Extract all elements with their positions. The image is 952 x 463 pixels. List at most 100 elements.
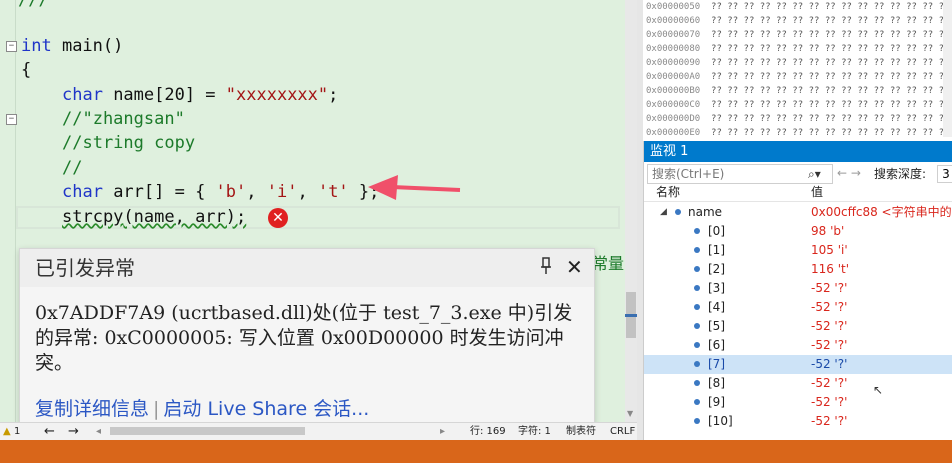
- watch-window: 监视 1 搜索(Ctrl+E) ⌕▾ ← → 搜索深度: 3 名称 值 ◢ na…: [643, 141, 952, 440]
- watch-row[interactable]: [5] -52 '?': [644, 317, 952, 336]
- mouse-cursor-icon: ↖: [873, 383, 884, 397]
- variable-icon: [694, 418, 700, 424]
- memory-address: 0x00000090: [646, 58, 701, 68]
- scroll-position-marker: [625, 314, 637, 317]
- watch-item-value: -52 '?': [811, 357, 848, 371]
- watch-item-value: -52 '?': [811, 319, 848, 333]
- watch-row-selected[interactable]: [7] -52 '?': [644, 355, 952, 374]
- memory-window: 0x00000050 ?? ?? ?? ?? ?? ?? ?? ?? ?? ??…: [643, 0, 952, 140]
- watch-item-value: -52 '?': [811, 281, 848, 295]
- status-char: 字符: 1: [518, 426, 551, 437]
- watch-row-root[interactable]: ◢ name 0x00cffc88 <字符串中的: [644, 203, 952, 222]
- memory-row: 0x00000050 ?? ?? ?? ?? ?? ?? ?? ?? ?? ??…: [646, 0, 952, 14]
- variable-icon: [694, 228, 700, 234]
- watch-item-value: 0x00cffc88 <字符串中的: [811, 205, 952, 219]
- warning-count: 1: [14, 426, 21, 437]
- memory-row: 0x000000E0 ?? ?? ?? ?? ?? ?? ?? ?? ?? ??…: [646, 126, 952, 140]
- collapse-icon[interactable]: ◢: [660, 203, 667, 222]
- memory-values: ?? ?? ?? ?? ?? ?? ?? ?? ?? ?? ?? ?? ?? ?…: [711, 100, 949, 110]
- watch-row[interactable]: [0] 98 'b': [644, 222, 952, 241]
- warning-icon[interactable]: ▲: [3, 423, 11, 441]
- memory-row: 0x00000070 ?? ?? ?? ?? ?? ?? ?? ?? ?? ??…: [646, 28, 952, 42]
- memory-values: ?? ?? ?? ?? ?? ?? ?? ?? ?? ?? ?? ?? ?? ?…: [711, 86, 949, 96]
- search-icon[interactable]: ⌕▾: [808, 165, 821, 183]
- memory-values: ?? ?? ?? ?? ?? ?? ?? ?? ?? ?? ?? ?? ?? ?…: [711, 114, 949, 124]
- nav-forward-icon[interactable]: →: [68, 423, 79, 441]
- annotation-arrow-left-shaft: [391, 185, 461, 192]
- watch-item-name: [5]: [708, 319, 725, 333]
- status-line: 行: 169: [470, 426, 506, 437]
- watch-item-name: [1]: [708, 243, 725, 257]
- scroll-left-icon[interactable]: ◂: [96, 423, 101, 441]
- watch-row[interactable]: [6] -52 '?': [644, 336, 952, 355]
- variable-icon: [694, 342, 700, 348]
- memory-values: ?? ?? ?? ?? ?? ?? ?? ?? ?? ?? ?? ?? ?? ?…: [711, 2, 949, 12]
- watch-nav-arrows: ← →: [837, 165, 861, 181]
- editor-statusbar: ▲ 1 ← → ◂ ▸ 行: 169 字符: 1 制表符 CRLF: [0, 422, 637, 441]
- watch-item-name: [2]: [708, 262, 725, 276]
- memory-row: 0x00000060 ?? ?? ?? ?? ?? ?? ?? ?? ?? ??…: [646, 14, 952, 28]
- memory-row: 0x000000A0 ?? ?? ?? ?? ?? ?? ?? ?? ?? ??…: [646, 70, 952, 84]
- watch-row[interactable]: [10] -52 '?': [644, 412, 952, 431]
- memory-address: 0x000000C0: [646, 100, 701, 110]
- watch-search-input[interactable]: 搜索(Ctrl+E) ⌕▾: [647, 164, 833, 184]
- memory-address: 0x000000B0: [646, 86, 701, 96]
- watch-row[interactable]: [4] -52 '?': [644, 298, 952, 317]
- watch-row[interactable]: [8] -52 '?': [644, 374, 952, 393]
- scroll-right-icon[interactable]: ▸: [440, 423, 445, 441]
- column-value-header[interactable]: 值: [811, 184, 823, 201]
- watch-item-value: -52 '?': [811, 338, 848, 352]
- variable-icon: [694, 304, 700, 310]
- arrow-left-icon[interactable]: ←: [837, 166, 847, 180]
- memory-values: ?? ?? ?? ?? ?? ?? ?? ?? ?? ?? ?? ?? ?? ?…: [711, 44, 949, 54]
- watch-item-name: [7]: [708, 357, 725, 371]
- search-depth-select[interactable]: 3: [937, 165, 952, 183]
- watch-item-name: [8]: [708, 376, 725, 390]
- status-tab[interactable]: 制表符: [566, 423, 596, 441]
- variable-icon: [694, 399, 700, 405]
- editor-vertical-scrollbar[interactable]: [625, 0, 637, 422]
- watch-item-name: name: [688, 205, 723, 219]
- variable-icon: [694, 361, 700, 367]
- status-eol[interactable]: CRLF: [610, 423, 635, 441]
- memory-values: ?? ?? ?? ?? ?? ?? ?? ?? ?? ?? ?? ?? ?? ?…: [711, 72, 949, 82]
- memory-address: 0x000000D0: [646, 114, 701, 124]
- memory-values: ?? ?? ?? ?? ?? ?? ?? ?? ?? ?? ?? ?? ?? ?…: [711, 128, 949, 138]
- memory-address: 0x00000080: [646, 44, 701, 54]
- watch-row[interactable]: [9] -52 '?': [644, 393, 952, 412]
- watch-column-header: 名称 值: [644, 184, 952, 202]
- memory-address: 0x00000050: [646, 2, 701, 12]
- watch-row[interactable]: [3] -52 '?': [644, 279, 952, 298]
- watch-row[interactable]: [1] 105 'i': [644, 241, 952, 260]
- watch-item-value: -52 '?': [811, 414, 848, 428]
- variable-icon: [694, 323, 700, 329]
- watch-title-text: 监视 1: [650, 144, 689, 159]
- watch-item-value: -52 '?': [811, 395, 848, 409]
- watch-item-name: [9]: [708, 395, 725, 409]
- column-name-header[interactable]: 名称: [656, 184, 680, 201]
- scroll-down-icon[interactable]: ▼: [627, 410, 633, 418]
- nav-back-icon[interactable]: ←: [44, 423, 55, 441]
- memory-row: 0x000000D0 ?? ?? ?? ?? ?? ?? ?? ?? ?? ??…: [646, 112, 952, 126]
- memory-row: 0x00000090 ?? ?? ?? ?? ?? ?? ?? ?? ?? ??…: [646, 56, 952, 70]
- memory-address: 0x000000A0: [646, 72, 701, 82]
- watch-item-name: [10]: [708, 414, 733, 428]
- memory-row: 0x00000080 ?? ?? ?? ?? ?? ?? ?? ?? ?? ??…: [646, 42, 952, 56]
- editor-horizontal-scroll-thumb[interactable]: [110, 427, 305, 435]
- watch-item-value: 116 't': [811, 262, 850, 276]
- memory-values: ?? ?? ?? ?? ?? ?? ?? ?? ?? ?? ?? ?? ?? ?…: [711, 16, 949, 26]
- watch-row[interactable]: [2] 116 't': [644, 260, 952, 279]
- memory-row: 0x000000C0 ?? ?? ?? ?? ?? ?? ?? ?? ?? ??…: [646, 98, 952, 112]
- memory-values: ?? ?? ?? ?? ?? ?? ?? ?? ?? ?? ?? ?? ?? ?…: [711, 30, 949, 40]
- watch-item-value: 105 'i': [811, 243, 848, 257]
- watch-window-title: 监视 1: [644, 141, 952, 162]
- variable-icon: [694, 247, 700, 253]
- ide-bottom-bar: [0, 440, 952, 463]
- memory-values: ?? ?? ?? ?? ?? ?? ?? ?? ?? ?? ?? ?? ?? ?…: [711, 58, 949, 68]
- variable-icon: [675, 209, 681, 215]
- arrow-right-icon[interactable]: →: [851, 166, 861, 180]
- search-depth-label: 搜索深度:: [874, 167, 927, 181]
- watch-search-placeholder: 搜索(Ctrl+E): [652, 167, 725, 181]
- variable-icon: [694, 285, 700, 291]
- memory-scrollbar[interactable]: [943, 0, 952, 137]
